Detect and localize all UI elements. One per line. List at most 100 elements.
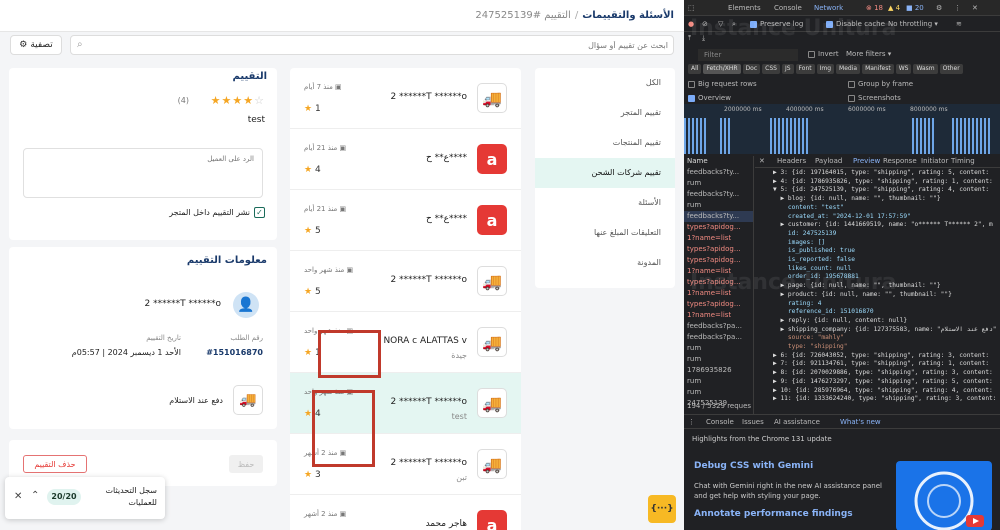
- reply-input[interactable]: [24, 149, 262, 197]
- info-count[interactable]: ■ 20: [906, 4, 924, 12]
- request-row[interactable]: 1?name=list: [684, 310, 753, 321]
- checkbox-checked-icon[interactable]: ✓: [254, 207, 265, 218]
- preview-line[interactable]: ▶ 8: {id: 2070029886, type: "shipping", …: [773, 369, 1000, 378]
- request-row[interactable]: feedbacks?pa...: [684, 332, 753, 343]
- review-list-item[interactable]: a هاجر محمد ▣ منذ 2 أشهر: [290, 495, 521, 530]
- preview-line[interactable]: is_published: true: [773, 247, 1000, 256]
- warning-count[interactable]: ▲ 4: [888, 4, 900, 12]
- filter-button[interactable]: ⚙ تصفية: [10, 35, 62, 55]
- resource-type-filter[interactable]: Img: [816, 64, 835, 74]
- drawer-tab[interactable]: AI assistance: [774, 418, 820, 426]
- filter-icon[interactable]: ▽: [718, 20, 723, 28]
- preserve-log[interactable]: Preserve log: [750, 20, 803, 28]
- review-list-item[interactable]: a ع** ح**** ▣ منذ 21 أيام ★ 5: [290, 190, 521, 251]
- preview-line[interactable]: order_id: 195678881: [773, 273, 1000, 282]
- preview-line[interactable]: ▶ page: {id: null, name: "", thumbnail: …: [773, 282, 1000, 291]
- resource-type-filter[interactable]: All: [688, 64, 702, 74]
- delete-review-button[interactable]: حذف التقييم: [23, 455, 87, 473]
- close-icon[interactable]: ✕: [14, 491, 22, 502]
- request-row[interactable]: types?apidog...: [684, 277, 753, 288]
- request-row[interactable]: feedbacks?ty...: [684, 189, 753, 200]
- preview-line[interactable]: id: 247525139: [773, 230, 1000, 239]
- request-row[interactable]: feedbacks?pa...: [684, 321, 753, 332]
- more-filters[interactable]: More filters ▾: [846, 50, 891, 58]
- preview-line[interactable]: ▶ reply: {id: null, content: null}: [773, 317, 1000, 326]
- preview-line[interactable]: content: "test": [773, 204, 1000, 213]
- review-list-item[interactable]: a ع** ح**** ▣ منذ 21 أيام ★ 4: [290, 129, 521, 190]
- tab-elements[interactable]: Elements: [728, 4, 761, 12]
- preview-line[interactable]: ▶ product: {id: null, name: "", thumbnai…: [773, 291, 1000, 300]
- wifi-icon[interactable]: ≋: [956, 20, 962, 28]
- request-row[interactable]: 1?name=list: [684, 233, 753, 244]
- request-row[interactable]: types?apidog...: [684, 244, 753, 255]
- preview-line[interactable]: ▶ 11: {id: 1333624240, type: "shipping",…: [773, 395, 1000, 404]
- request-row[interactable]: types?apidog...: [684, 299, 753, 310]
- category-item[interactable]: تقييم المنتجات: [535, 128, 675, 158]
- preview-line[interactable]: ▼ 5: {id: 247525139, type: "shipping", r…: [773, 186, 1000, 195]
- request-row[interactable]: rum: [684, 376, 753, 387]
- resource-type-filter[interactable]: Doc: [742, 64, 761, 74]
- checkbox-unchecked-icon[interactable]: [848, 94, 855, 102]
- overview-toggle[interactable]: Overview: [688, 94, 731, 102]
- request-row[interactable]: rum: [684, 343, 753, 354]
- name-column-header[interactable]: Name: [684, 156, 753, 167]
- preview-line[interactable]: source: "mahly": [773, 334, 1000, 343]
- order-link[interactable]: #151016870: [206, 348, 263, 357]
- checkbox-checked-icon[interactable]: [826, 20, 833, 28]
- preview-line[interactable]: type: "shipping": [773, 343, 1000, 352]
- review-list-item[interactable]: 🚚 2 ******T ******o ▣ منذ شهر واحد ★ 5: [290, 251, 521, 312]
- screenshots-toggle[interactable]: Screenshots: [848, 94, 901, 102]
- whats-new-title-2[interactable]: Annotate performance findings: [694, 509, 853, 519]
- preview-line[interactable]: is_reported: false: [773, 256, 1000, 265]
- download-icon[interactable]: ⤓: [702, 34, 705, 43]
- category-item[interactable]: تقييم شركات الشحن: [535, 158, 675, 188]
- upload-icon[interactable]: ⤒: [688, 34, 691, 43]
- drawer-tab[interactable]: Console: [706, 418, 734, 426]
- preview-line[interactable]: ▶ shipping_company: {id: 127375583, name…: [773, 326, 1000, 335]
- code-widget-button[interactable]: {···}: [648, 495, 676, 523]
- preview-line[interactable]: ▶ 4: {id: 1786935826, type: "shipping", …: [773, 178, 1000, 187]
- request-row[interactable]: 1?name=list: [684, 288, 753, 299]
- save-button[interactable]: حفظ: [229, 455, 263, 473]
- drawer-menu-icon[interactable]: ⋮: [688, 418, 695, 426]
- preview-line[interactable]: ▶ 9: {id: 1476273297, type: "shipping", …: [773, 378, 1000, 387]
- close-detail-icon[interactable]: ✕: [759, 157, 765, 165]
- clear-icon[interactable]: ⊘: [702, 20, 708, 28]
- preview-line[interactable]: ▶ 7: {id: 921134761, type: "shipping", r…: [773, 360, 1000, 369]
- tab-console[interactable]: Console: [774, 4, 802, 12]
- request-row[interactable]: rum: [684, 178, 753, 189]
- group-by-frame[interactable]: Group by frame: [848, 80, 913, 88]
- settings-icon[interactable]: ⚙: [936, 4, 942, 12]
- request-row[interactable]: rum: [684, 387, 753, 398]
- record-icon[interactable]: ●: [688, 20, 694, 28]
- drawer-tab[interactable]: Issues: [742, 418, 764, 426]
- category-item[interactable]: تقييم المتجر: [535, 98, 675, 128]
- request-row[interactable]: rum: [684, 200, 753, 211]
- category-item[interactable]: الكل: [535, 68, 675, 98]
- invert-checkbox[interactable]: Invert: [808, 50, 839, 58]
- checkbox-unchecked-icon[interactable]: [688, 80, 695, 88]
- close-icon[interactable]: ✕: [972, 4, 978, 12]
- request-row[interactable]: 1?name=list: [684, 266, 753, 277]
- chevron-up-icon[interactable]: ⌃: [31, 490, 39, 501]
- request-row[interactable]: rum: [684, 354, 753, 365]
- preview-line[interactable]: ▶ 3: {id: 197164015, type: "shipping", r…: [773, 169, 1000, 178]
- resource-type-filter[interactable]: Other: [939, 64, 963, 74]
- error-count[interactable]: ⊗ 18: [866, 4, 883, 12]
- category-item[interactable]: الأسئلة: [535, 188, 675, 218]
- resource-type-filter[interactable]: Media: [836, 64, 861, 74]
- preview-line[interactable]: rating: 4: [773, 300, 1000, 309]
- detail-tab[interactable]: Headers: [777, 157, 806, 165]
- resource-type-filter[interactable]: Fetch/XHR: [703, 64, 741, 74]
- search-icon[interactable]: ⌕: [732, 20, 736, 29]
- request-row[interactable]: types?apidog...: [684, 255, 753, 266]
- request-row[interactable]: types?apidog...: [684, 222, 753, 233]
- preview-line[interactable]: likes_count: null: [773, 265, 1000, 274]
- devtools-icon[interactable]: ⬚: [688, 4, 695, 12]
- tab-network[interactable]: Network: [814, 4, 843, 12]
- detail-tab[interactable]: Timing: [951, 157, 975, 165]
- review-list-item[interactable]: 🚚 2 ******T ******o ▣ منذ 7 أيام ★ 1: [290, 68, 521, 129]
- resource-type-filter[interactable]: Manifest: [862, 64, 894, 74]
- category-item[interactable]: المدونة: [535, 248, 675, 278]
- filter-input[interactable]: Filter: [698, 49, 798, 61]
